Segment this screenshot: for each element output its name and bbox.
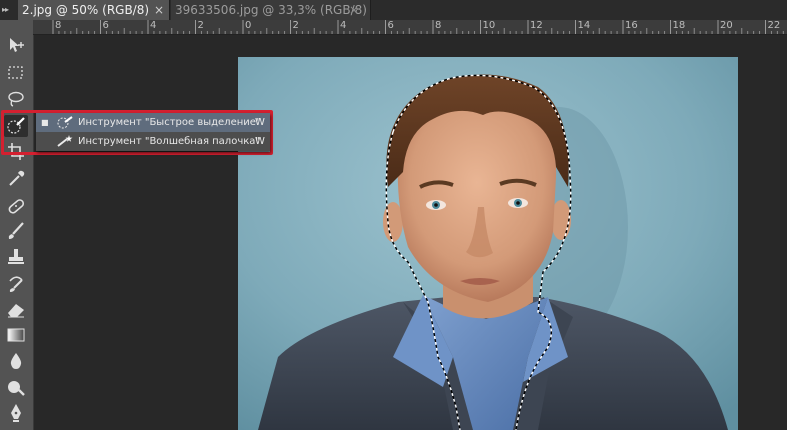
lasso-icon[interactable] xyxy=(4,88,28,110)
shortcut-label: W xyxy=(255,136,265,147)
menu-item-label: Инструмент "Быстрое выделение" xyxy=(78,117,261,128)
tab-document-inactive[interactable]: 39633506.jpg @ 33,3% (RGB/8) × xyxy=(171,0,371,20)
ruler-label: 20 xyxy=(720,20,733,31)
eraser-icon[interactable] xyxy=(4,298,28,320)
ruler-label: 12 xyxy=(530,20,543,31)
ruler-label: 6 xyxy=(102,20,109,31)
tab-document-active[interactable]: 2.jpg @ 50% (RGB/8) × xyxy=(18,0,170,20)
ruler-label: 4 xyxy=(150,20,157,31)
ruler-label: 8 xyxy=(55,20,62,31)
ruler-label: 22 xyxy=(767,20,781,31)
panel-collapse-icon[interactable]: ▸▸ xyxy=(2,4,16,16)
menu-item-magic-wand[interactable]: Инструмент "Волшебная палочка" W xyxy=(36,132,270,151)
close-icon[interactable]: × xyxy=(349,0,359,20)
document-tab-bar: ▸▸ 2.jpg @ 50% (RGB/8) × 39633506.jpg @ … xyxy=(0,0,787,21)
gradient-icon[interactable] xyxy=(4,324,28,346)
ruler-label: 2 xyxy=(292,20,299,31)
tab-inactive-label: 39633506.jpg @ 33,3% (RGB/8) xyxy=(175,3,367,17)
close-icon[interactable]: × xyxy=(154,0,164,20)
magic-wand-icon xyxy=(56,134,74,155)
ruler-label: 2 xyxy=(197,20,204,31)
menu-item-quick-selection[interactable]: ■ Инструмент "Быстрое выделение" W xyxy=(36,113,270,132)
ruler-label: 16 xyxy=(625,20,638,31)
blur-icon[interactable] xyxy=(4,350,28,372)
document-canvas[interactable] xyxy=(34,35,787,430)
tab-active-label: 2.jpg @ 50% (RGB/8) xyxy=(22,3,150,17)
clone-stamp-icon[interactable] xyxy=(4,246,28,268)
shortcut-label: W xyxy=(255,117,265,128)
history-brush-icon[interactable] xyxy=(4,272,28,294)
healing-brush-icon[interactable] xyxy=(4,195,28,217)
ruler-label: 18 xyxy=(672,20,686,31)
ruler-label: 10 xyxy=(482,20,496,31)
ruler-label: 4 xyxy=(340,20,347,31)
photo-canvas[interactable] xyxy=(238,57,738,430)
horizontal-ruler: 8 6 4 2 0 2 4 6 8 10 12 14 16 18 20 22 xyxy=(33,20,787,35)
tool-flyout-menu: ■ Инструмент "Быстрое выделение" W Инстр… xyxy=(36,113,270,151)
selected-bullet-icon: ■ xyxy=(41,118,49,127)
tools-panel xyxy=(0,20,34,430)
ruler-label: 0 xyxy=(245,20,252,31)
ruler-label: 14 xyxy=(577,20,591,31)
pen-icon[interactable] xyxy=(4,402,28,424)
eyedropper-icon[interactable] xyxy=(4,167,28,189)
dodge-icon[interactable] xyxy=(4,376,28,398)
menu-item-label: Инструмент "Волшебная палочка" xyxy=(78,136,260,147)
ruler-label: 8 xyxy=(435,20,442,31)
move-icon[interactable] xyxy=(4,34,28,56)
ruler-label: 6 xyxy=(387,20,394,31)
brush-icon[interactable] xyxy=(4,220,28,242)
marquee-icon[interactable] xyxy=(4,62,28,84)
